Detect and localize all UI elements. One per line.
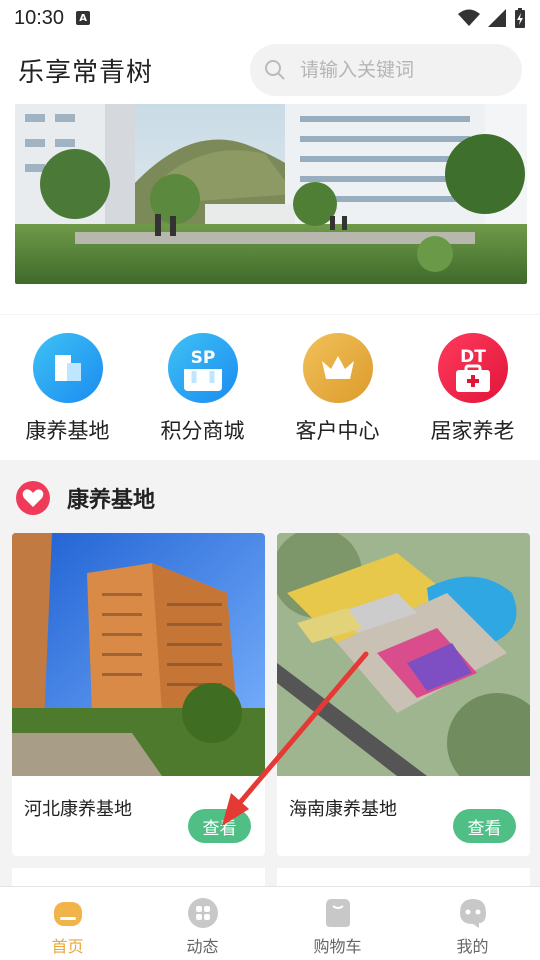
sp-badge-text: SP [190,348,215,368]
home-icon [53,902,82,926]
tab-label: 首页 [51,937,84,956]
search-icon [265,60,285,80]
quick-menu: 康养基地 SP 积分商城 客户中心 DT 居家养老 [0,315,540,460]
bag-icon [325,899,350,927]
search-bar[interactable] [250,44,522,96]
base-card-hebei[interactable]: 河北康养基地 查看 [12,533,265,856]
base-card-name: 河北康养基地 [24,799,132,820]
crown-icon [302,333,373,403]
battery-icon [515,8,525,28]
tab-feed[interactable]: 动态 [135,887,270,960]
quick-item-label: 居家养老 [430,419,515,443]
quick-item-customer-center[interactable]: 客户中心 [270,315,405,460]
view-button-hebei[interactable]: 查看 [188,809,251,843]
view-button-hainan[interactable]: 查看 [453,809,516,843]
hainan-base-image [277,533,530,776]
tab-label: 我的 [456,937,489,956]
grid-icon [187,898,218,928]
building-icon [32,333,103,403]
hebei-base-image [12,533,265,776]
heart-icon [16,481,50,515]
tab-profile[interactable]: 我的 [405,887,540,960]
bottom-tab-bar: 首页 动态 购物车 我的 [0,886,540,960]
banner-image[interactable] [15,104,527,284]
status-icons [458,8,526,28]
banner-container [0,104,540,314]
tab-label: 购物车 [313,937,362,956]
base-card-hainan[interactable]: 海南康养基地 查看 [277,533,530,856]
dt-badge-text: DT [460,347,486,367]
tab-cart[interactable]: 购物车 [270,887,405,960]
quick-item-points-mall[interactable]: SP 积分商城 [135,315,270,460]
status-bar: 10:30 A [0,0,540,36]
status-time: 10:30 [14,6,65,29]
base-card-name: 海南康养基地 [289,799,397,820]
search-input[interactable] [300,59,500,81]
health-base-section: 康养基地 河北康养基地 查看 海南康养基地 查看 [0,470,540,890]
dt-medkit-icon: DT [437,333,508,403]
quick-item-label: 客户中心 [295,419,380,443]
tab-home[interactable]: 首页 [0,887,135,960]
ghost-icon [459,899,486,928]
wifi-icon [458,9,480,26]
app-title: 乐享常青树 [18,57,154,88]
quick-item-label: 积分商城 [160,419,245,443]
section-header: 康养基地 [15,480,155,516]
quick-item-home-care[interactable]: DT 居家养老 [405,315,540,460]
tab-label: 动态 [186,937,219,956]
quick-item-label: 康养基地 [25,419,110,443]
accessibility-icon: A [76,11,91,25]
sp-store-icon: SP [167,333,238,403]
quick-item-health-base[interactable]: 康养基地 [0,315,135,460]
signal-icon [488,9,506,27]
app-header: 乐享常青树 [0,36,540,104]
section-title: 康养基地 [67,488,156,513]
